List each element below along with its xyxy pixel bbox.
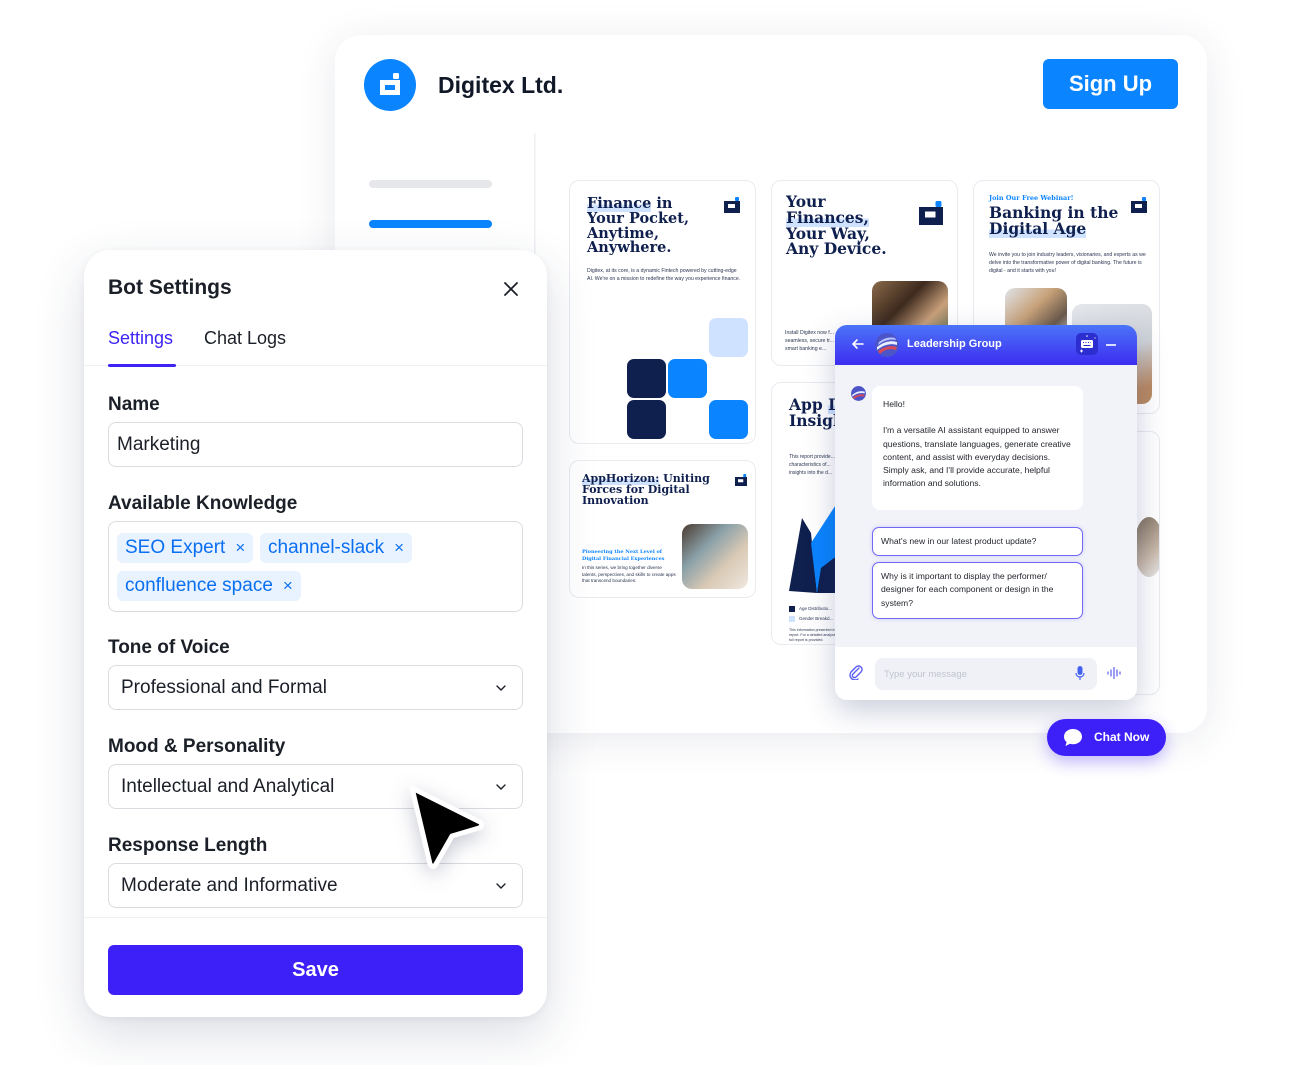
sidebar-placeholder-item[interactable] xyxy=(369,180,492,188)
name-label: Name xyxy=(108,394,160,415)
chat-header: Leadership Group xyxy=(835,325,1137,365)
card-logo-icon xyxy=(1131,197,1147,213)
card-logo-icon xyxy=(724,197,740,213)
knowledge-tag: SEO Expert × xyxy=(117,533,254,563)
bot-message: Hello! I'm a versatile AI assistant equi… xyxy=(872,386,1083,510)
brand-name: Digitex Ltd. xyxy=(438,72,564,98)
knowledge-tag-input[interactable]: SEO Expert × channel-slack × confluence … xyxy=(108,521,523,612)
mood-value: Intellectual and Analytical xyxy=(121,775,335,797)
tone-label: Tone of Voice xyxy=(108,637,230,658)
card-title: Your Finances, Your Way, Any Device. xyxy=(786,194,906,257)
sign-up-button[interactable]: Sign Up xyxy=(1043,59,1178,109)
bot-greeting: Hello! xyxy=(883,399,905,409)
knowledge-tag: confluence space × xyxy=(117,571,301,601)
knowledge-tag: channel-slack × xyxy=(260,533,413,563)
bot-intro: I'm a versatile AI assistant equipped to… xyxy=(883,425,1071,489)
content-card[interactable]: Finance in Your Pocket, Anytime, Anywher… xyxy=(569,180,756,444)
chevron-down-icon xyxy=(496,784,506,790)
suggested-question[interactable]: Why is it important to display the perfo… xyxy=(872,562,1083,619)
remove-tag-icon[interactable]: × xyxy=(283,576,293,596)
site-header: Digitex Ltd. Sign Up xyxy=(335,35,1207,133)
card-logo-icon xyxy=(919,201,943,225)
back-arrow-icon[interactable] xyxy=(851,337,865,351)
minimize-icon[interactable] xyxy=(1106,344,1116,346)
mouse-cursor-icon xyxy=(409,785,485,869)
tab-settings[interactable]: Settings xyxy=(108,328,173,349)
bot-avatar xyxy=(851,386,866,401)
keyboard-icon xyxy=(1080,335,1096,353)
keyboard-sparkle-button[interactable] xyxy=(1076,333,1098,355)
card-kicker: Pioneering the Next Level of Digital Fin… xyxy=(582,549,665,562)
legend-swatch xyxy=(789,606,795,612)
tone-select[interactable]: Professional and Formal xyxy=(108,665,523,710)
card-title: Finance in Your Pocket, Anytime, Anywher… xyxy=(587,195,707,256)
knowledge-label: Available Knowledge xyxy=(108,493,298,514)
microphone-icon[interactable] xyxy=(1075,666,1085,681)
legend-swatch xyxy=(789,616,795,622)
close-icon[interactable] xyxy=(498,276,524,302)
card-title-text: Your Way, Any Device. xyxy=(786,223,887,259)
save-button[interactable]: Save xyxy=(108,945,523,995)
card-body: We invite you to join industry leaders, … xyxy=(989,252,1146,274)
legend-label: Age Distributio... xyxy=(799,606,833,611)
decor-square xyxy=(668,359,707,398)
tag-label: SEO Expert xyxy=(125,537,226,558)
response-length-label: Response Length xyxy=(108,835,268,856)
brand-logo-icon xyxy=(364,59,416,111)
active-tab-indicator xyxy=(108,364,176,367)
decor-square xyxy=(709,318,748,357)
content-card[interactable]: AppHorizon: Uniting Forces for Digital I… xyxy=(569,460,756,598)
remove-tag-icon[interactable]: × xyxy=(235,538,245,558)
chat-widget: Leadership Group Hello! I'm a versatile … xyxy=(835,325,1137,700)
decor-square xyxy=(709,400,748,439)
chat-bubble-icon xyxy=(1064,729,1082,746)
tab-chat-logs[interactable]: Chat Logs xyxy=(204,328,286,349)
message-input[interactable] xyxy=(875,658,1097,690)
suggested-question[interactable]: What's new in our latest product update? xyxy=(872,527,1083,556)
tag-label: confluence space xyxy=(125,575,273,596)
bot-settings-panel: Bot Settings Settings Chat Logs Name Ava… xyxy=(84,250,547,1017)
people-photo xyxy=(682,524,748,589)
response-length-value: Moderate and Informative xyxy=(121,874,338,896)
card-body: In this series, we bring together divers… xyxy=(582,565,676,583)
people-photo xyxy=(1134,517,1159,577)
card-body: Digitex, at its core, is a dynamic Finte… xyxy=(587,268,741,282)
voice-wave-icon[interactable] xyxy=(1107,667,1121,679)
group-avatar xyxy=(875,333,899,357)
chat-now-label: Chat Now xyxy=(1094,730,1150,744)
chevron-down-icon xyxy=(496,883,506,889)
tag-label: channel-slack xyxy=(268,537,385,558)
card-title-highlight: Digital Age xyxy=(989,218,1087,238)
sidebar-active-item[interactable] xyxy=(369,220,492,228)
decor-square xyxy=(627,359,666,398)
footer-divider xyxy=(84,917,547,918)
legend-label: Gender Breakd... xyxy=(799,616,834,621)
card-kicker: Join Our Free Webinar! xyxy=(989,194,1074,202)
chat-input-bar xyxy=(835,647,1137,700)
mood-label: Mood & Personality xyxy=(108,736,286,757)
chat-title: Leadership Group xyxy=(907,338,1002,350)
decor-square xyxy=(627,400,666,439)
chevron-down-icon xyxy=(496,685,506,691)
chat-now-button[interactable]: Chat Now xyxy=(1047,719,1166,756)
card-title: AppHorizon: Uniting Forces for Digital I… xyxy=(582,472,712,507)
name-input[interactable] xyxy=(108,422,523,467)
paperclip-icon[interactable] xyxy=(848,664,864,680)
panel-title: Bot Settings xyxy=(108,276,232,299)
remove-tag-icon[interactable]: × xyxy=(394,538,404,558)
card-title: Banking in the Digital Age xyxy=(989,205,1139,238)
card-logo-icon xyxy=(735,474,747,486)
tone-value: Professional and Formal xyxy=(121,676,327,698)
